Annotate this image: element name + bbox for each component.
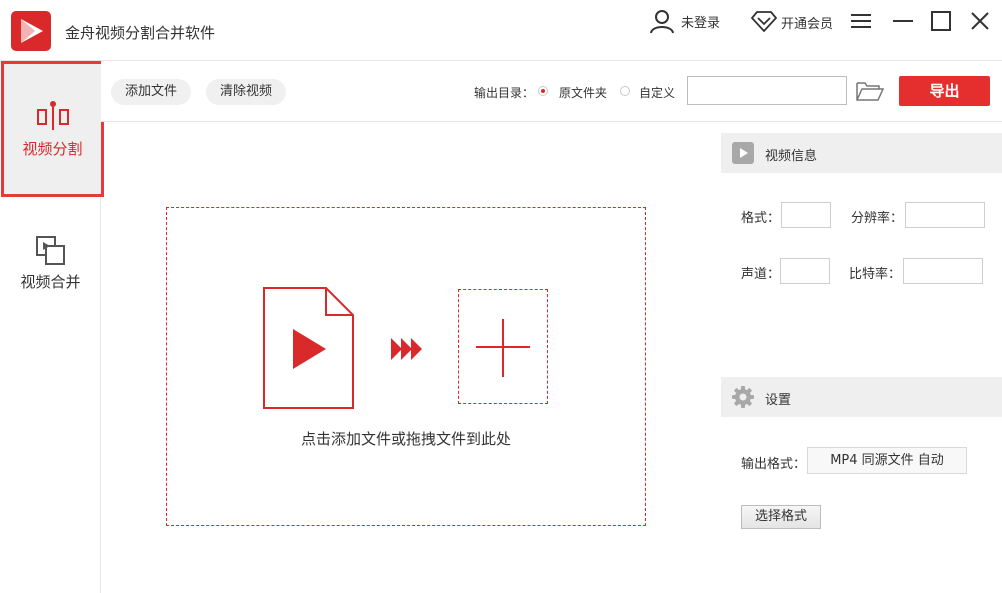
- video-info-header: 视频信息: [721, 133, 1002, 173]
- format-field[interactable]: [781, 202, 831, 228]
- add-placeholder-box: [458, 289, 548, 404]
- split-icon: [36, 101, 69, 130]
- bitrate-label: 比特率：: [849, 267, 902, 282]
- login-link[interactable]: 未登录: [681, 12, 720, 31]
- vip-diamond-icon[interactable]: [751, 10, 777, 32]
- video-info-title: 视频信息: [765, 149, 818, 164]
- app-logo: [11, 11, 51, 51]
- menu-icon[interactable]: [851, 13, 871, 29]
- close-icon[interactable]: [970, 11, 990, 31]
- maximize-icon[interactable]: [931, 11, 951, 31]
- vip-link[interactable]: 开通会员: [781, 13, 833, 32]
- app-title: 金舟视频分割合并软件: [65, 24, 216, 42]
- radio-custom-label[interactable]: 自定义: [639, 84, 675, 101]
- clear-video-button[interactable]: 清除视频: [206, 79, 287, 105]
- sidebar-item-label: 视频合并: [20, 273, 81, 291]
- add-file-button[interactable]: 添加文件: [111, 79, 192, 105]
- output-format-label: 输出格式：: [741, 457, 807, 472]
- plus-icon: [502, 319, 504, 377]
- forward-arrows-icon: [391, 338, 422, 360]
- format-label: 格式：: [741, 211, 781, 226]
- video-info-icon: [732, 142, 754, 164]
- folder-open-icon[interactable]: [856, 80, 884, 102]
- merge-icon: [35, 236, 65, 265]
- resolution-field[interactable]: [905, 202, 985, 228]
- output-format-value: MP4 同源文件 自动: [807, 447, 967, 474]
- drop-hint: 点击添加文件或拖拽文件到此处: [300, 430, 511, 448]
- output-dir-label: 输出目录：: [474, 86, 535, 100]
- settings-header: 设置: [721, 377, 1002, 417]
- minimize-icon[interactable]: [893, 20, 913, 22]
- sidebar-item-video-merge[interactable]: 视频合并: [0, 199, 101, 335]
- video-file-icon: [263, 287, 354, 409]
- select-format-button[interactable]: 选择格式: [741, 505, 821, 529]
- channel-field[interactable]: [780, 258, 830, 284]
- bitrate-field[interactable]: [903, 258, 983, 284]
- file-drop-zone[interactable]: 点击添加文件或拖拽文件到此处: [166, 207, 646, 526]
- sidebar: 视频分割 视频合并: [0, 61, 104, 593]
- radio-source-folder-label[interactable]: 原文件夹: [559, 84, 607, 101]
- radio-source-folder[interactable]: [538, 86, 548, 96]
- export-button[interactable]: 导出: [899, 76, 990, 106]
- radio-custom[interactable]: [620, 86, 630, 96]
- sidebar-item-label: 视频分割: [22, 140, 83, 158]
- settings-title: 设置: [765, 393, 792, 408]
- title-bar: 金舟视频分割合并软件 未登录 开通会员: [0, 0, 1002, 61]
- user-icon[interactable]: [649, 8, 675, 34]
- gear-icon: [732, 386, 754, 408]
- channel-label: 声道：: [741, 267, 781, 282]
- toolbar: 添加文件 清除视频 输出目录： 原文件夹 自定义 导出: [101, 61, 1002, 122]
- output-path-input[interactable]: [687, 76, 847, 105]
- sidebar-item-video-split[interactable]: 视频分割: [1, 61, 104, 197]
- resolution-label: 分辨率：: [851, 211, 904, 226]
